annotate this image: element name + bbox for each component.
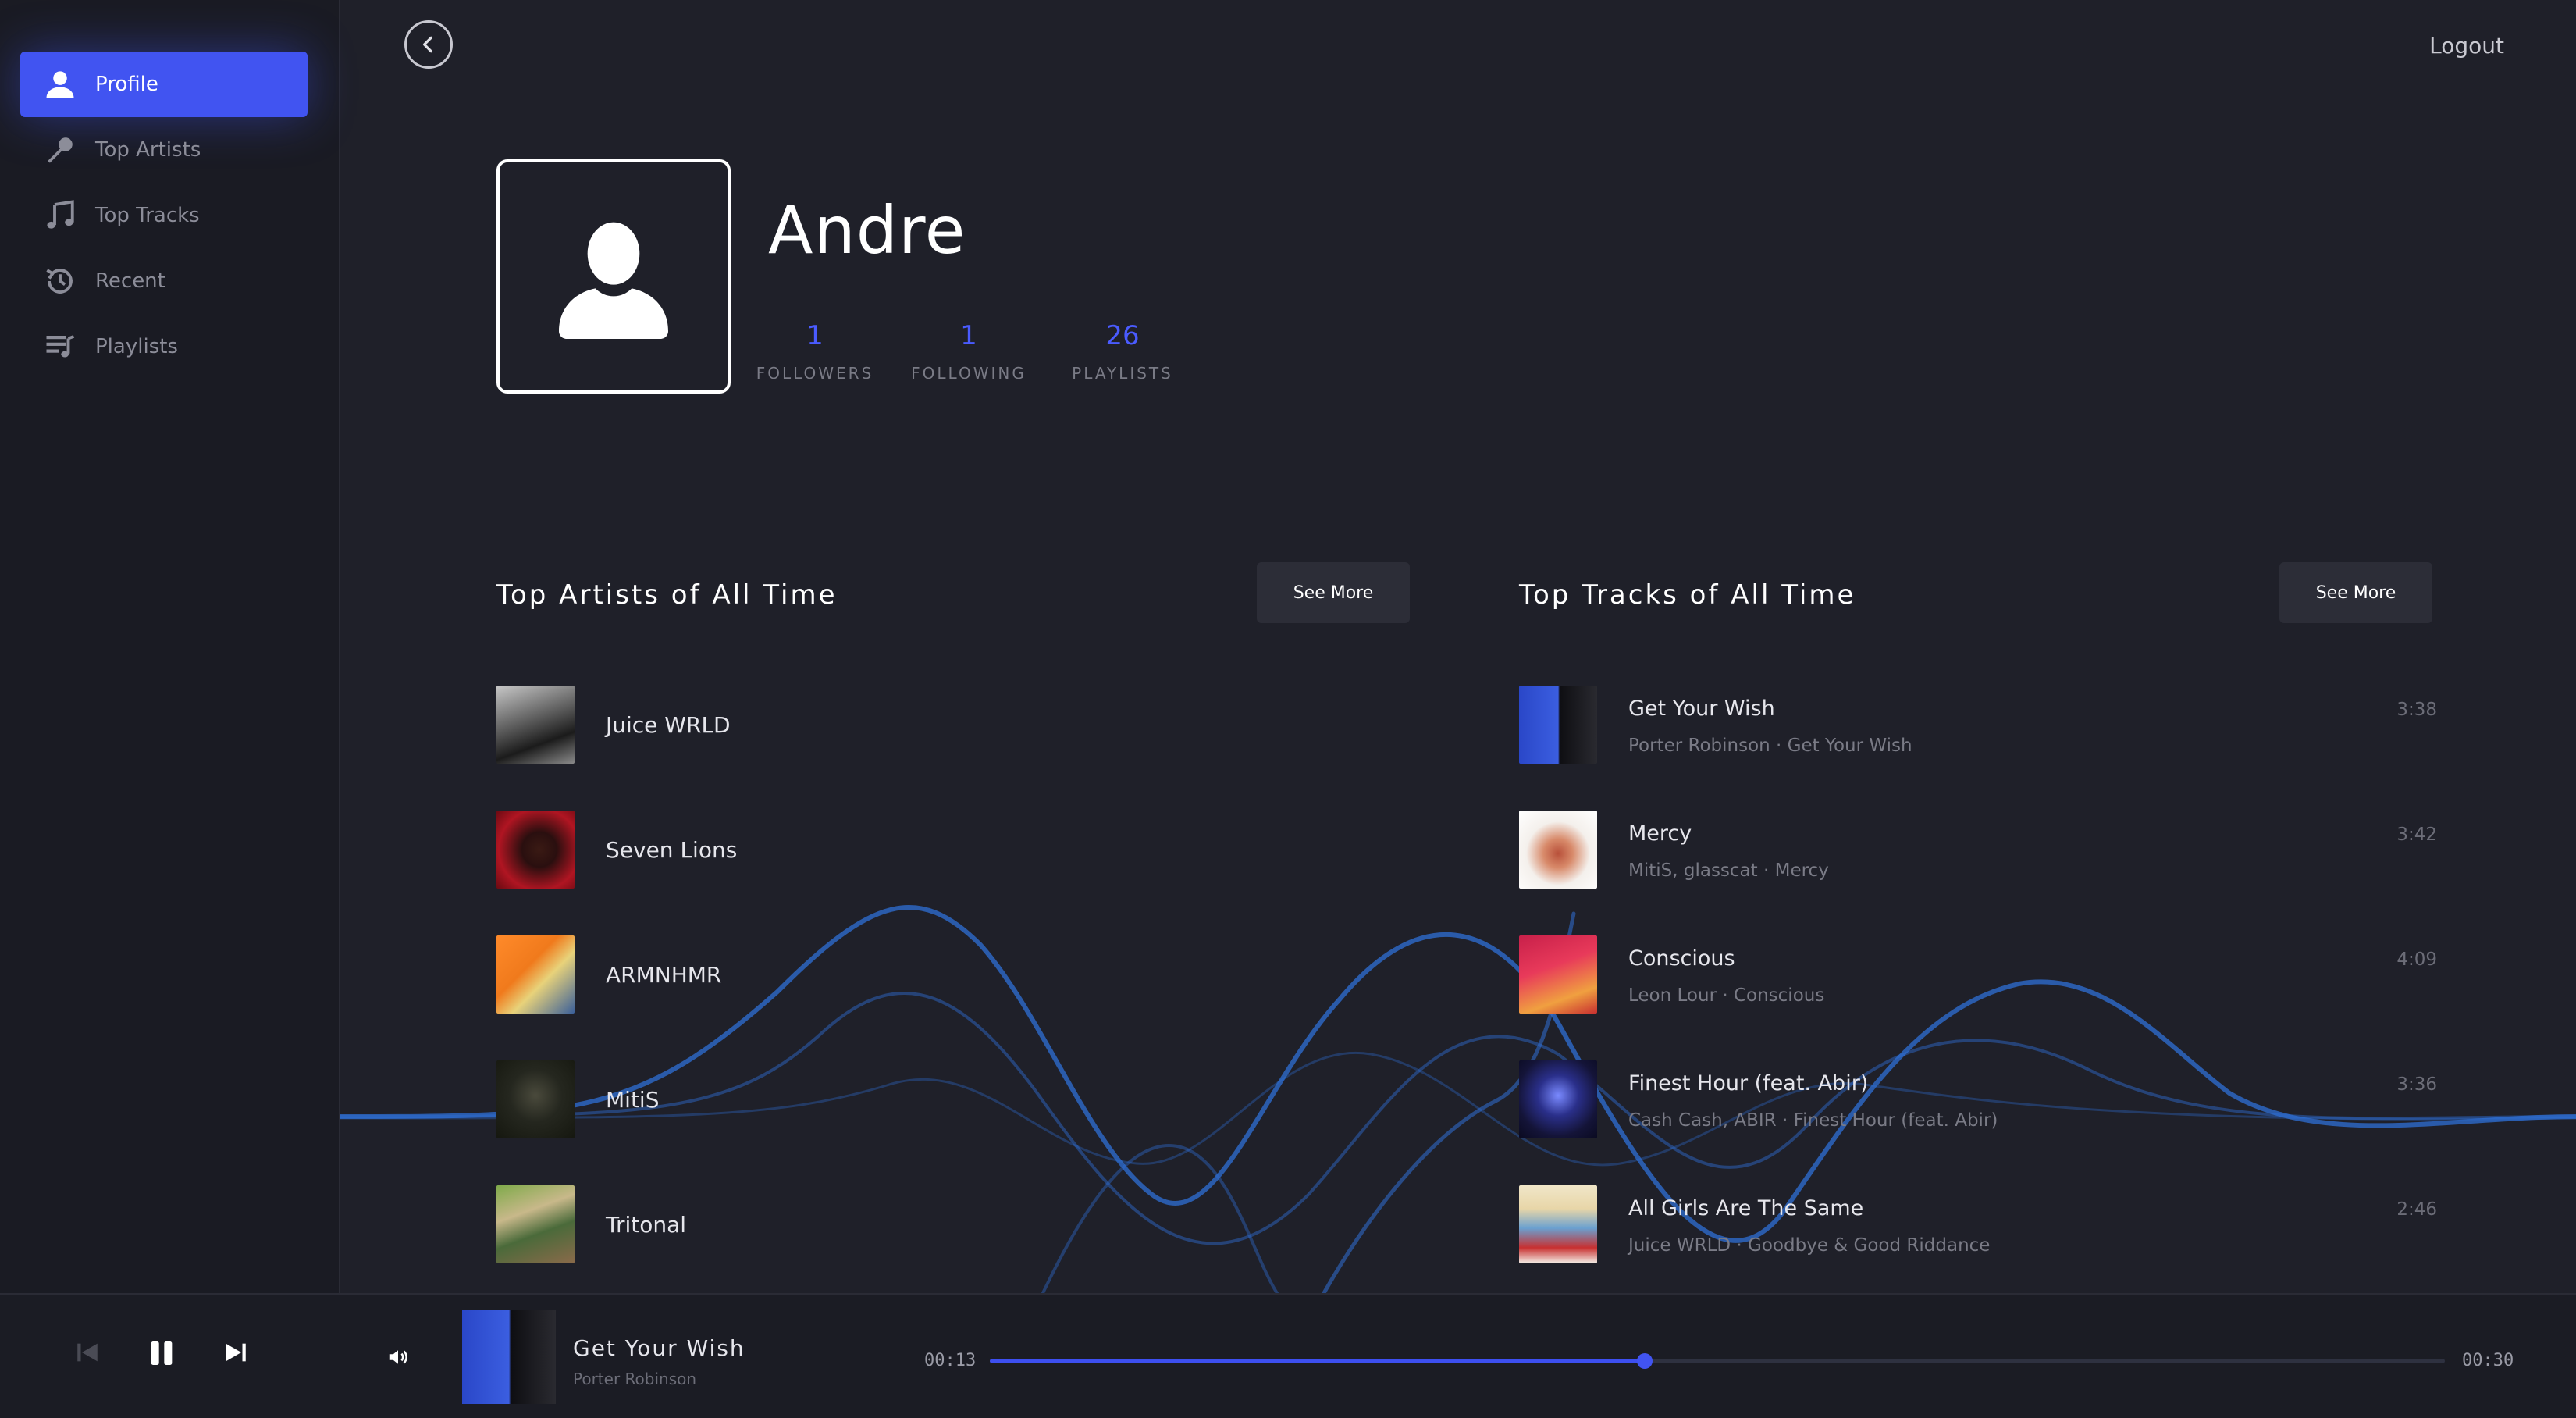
sidebar-item-playlists[interactable]: Playlists: [20, 314, 308, 379]
seek-bar-handle[interactable]: [1636, 1353, 1653, 1369]
top-tracks-see-more-button[interactable]: See More: [2279, 562, 2432, 623]
track-row[interactable]: All Girls Are The Same Juice WRLD · Good…: [1519, 1185, 2437, 1263]
skip-previous-icon: [74, 1339, 101, 1366]
track-row[interactable]: Get Your Wish Porter Robinson · Get Your…: [1519, 686, 2437, 764]
track-duration: 4:09: [2396, 949, 2437, 970]
volume-button[interactable]: [384, 1343, 412, 1371]
microphone-icon: [42, 132, 78, 168]
previous-button[interactable]: [72, 1337, 103, 1368]
track-row[interactable]: Mercy MitiS, glasscat · Mercy 3:42: [1519, 811, 2437, 889]
track-title: Mercy: [1628, 821, 1692, 846]
album-art: [1519, 686, 1597, 764]
sidebar-item-label: Recent: [95, 269, 165, 293]
top-tracks-title: Top Tracks of All Time: [1519, 579, 1856, 611]
logout-button[interactable]: Logout: [2429, 33, 2504, 59]
sidebar-item-label: Top Tracks: [95, 204, 200, 227]
user-icon: [42, 66, 78, 102]
seek-bar-progress: [990, 1359, 1645, 1363]
back-button[interactable]: [404, 20, 453, 69]
music-note-icon: [42, 198, 78, 233]
user-placeholder-icon: [551, 214, 676, 339]
track-duration: 3:38: [2396, 700, 2437, 720]
now-playing-album-art: [462, 1310, 556, 1404]
followers-stat: 1 FOLLOWERS: [745, 320, 885, 383]
artist-image: [496, 811, 575, 889]
sidebar-item-label: Top Artists: [95, 138, 201, 162]
artist-name: MitiS: [606, 1086, 660, 1113]
track-artist-album: Leon Lour · Conscious: [1628, 985, 1825, 1006]
track-artist-album: MitiS, glasscat · Mercy: [1628, 860, 1829, 881]
artist-image: [496, 1060, 575, 1138]
now-playing-artist: Porter Robinson: [573, 1370, 697, 1388]
skip-next-icon: [222, 1339, 249, 1366]
track-duration: 3:42: [2396, 825, 2437, 845]
artist-row[interactable]: Tritonal: [496, 1185, 686, 1263]
track-title: Get Your Wish: [1628, 697, 1775, 721]
sidebar-item-label: Playlists: [95, 335, 178, 358]
track-row[interactable]: Finest Hour (feat. Abir) Cash Cash, ABIR…: [1519, 1060, 2437, 1138]
album-art: [1519, 1060, 1597, 1138]
next-button[interactable]: [220, 1337, 251, 1368]
artist-name: Seven Lions: [606, 836, 738, 863]
artist-name: Tritonal: [606, 1211, 687, 1238]
stat-label: PLAYLISTS: [1072, 364, 1173, 383]
top-artists-title: Top Artists of All Time: [496, 579, 838, 611]
seek-bar[interactable]: [990, 1353, 2445, 1369]
sidebar-item-top-artists[interactable]: Top Artists: [20, 117, 308, 183]
history-icon: [42, 263, 78, 299]
artist-image: [496, 686, 575, 764]
artist-row[interactable]: Seven Lions: [496, 811, 737, 889]
artist-name: ARMNHMR: [606, 961, 722, 988]
album-art: [1519, 935, 1597, 1014]
artist-row[interactable]: Juice WRLD: [496, 686, 731, 764]
profile-name: Andre: [768, 192, 966, 269]
track-artist-album: Cash Cash, ABIR · Finest Hour (feat. Abi…: [1628, 1110, 1998, 1131]
volume-icon: [386, 1345, 410, 1369]
track-title: All Girls Are The Same: [1628, 1196, 1864, 1220]
album-art: [1519, 1185, 1597, 1263]
sidebar-item-recent[interactable]: Recent: [20, 248, 308, 314]
artist-name: Juice WRLD: [606, 711, 731, 738]
pause-icon: [146, 1338, 177, 1369]
stat-value: 1: [960, 320, 977, 351]
main-content: Logout Andre 1 FOLLOWERS 1 FOLLOWING 26 …: [340, 0, 2576, 1293]
track-title: Finest Hour (feat. Abir): [1628, 1071, 1869, 1096]
stat-label: FOLLOWERS: [756, 364, 874, 383]
stat-value: 1: [806, 320, 824, 351]
artist-image: [496, 935, 575, 1014]
track-artist-album: Porter Robinson · Get Your Wish: [1628, 736, 1912, 756]
pause-button[interactable]: [144, 1335, 180, 1371]
now-playing-title: Get Your Wish: [573, 1335, 745, 1361]
avatar: [496, 159, 731, 394]
player-bar: Get Your Wish Porter Robinson 00:13 00:3…: [0, 1293, 2576, 1418]
track-title: Conscious: [1628, 946, 1735, 971]
artist-row[interactable]: MitiS: [496, 1060, 659, 1138]
track-row[interactable]: Conscious Leon Lour · Conscious 4:09: [1519, 935, 2437, 1014]
playlist-icon: [42, 329, 78, 365]
track-duration: 2:46: [2396, 1199, 2437, 1220]
sidebar-item-profile[interactable]: Profile: [20, 52, 308, 117]
album-art: [1519, 811, 1597, 889]
sidebar-item-top-tracks[interactable]: Top Tracks: [20, 183, 308, 248]
artist-row[interactable]: ARMNHMR: [496, 935, 721, 1014]
total-time: 00:30: [2462, 1351, 2514, 1370]
sidebar: Profile Top Artists Top Tracks Recent Pl…: [0, 0, 340, 1293]
track-artist-album: Juice WRLD · Goodbye & Good Riddance: [1628, 1235, 1991, 1256]
stat-label: FOLLOWING: [911, 364, 1026, 383]
elapsed-time: 00:13: [924, 1351, 977, 1370]
artist-image: [496, 1185, 575, 1263]
top-artists-see-more-button[interactable]: See More: [1257, 562, 1410, 623]
playlists-stat: 26 PLAYLISTS: [1052, 320, 1193, 383]
sidebar-item-label: Profile: [95, 73, 158, 96]
following-stat: 1 FOLLOWING: [898, 320, 1039, 383]
track-duration: 3:36: [2396, 1074, 2437, 1095]
chevron-left-icon: [418, 34, 439, 55]
stat-value: 26: [1105, 320, 1140, 351]
